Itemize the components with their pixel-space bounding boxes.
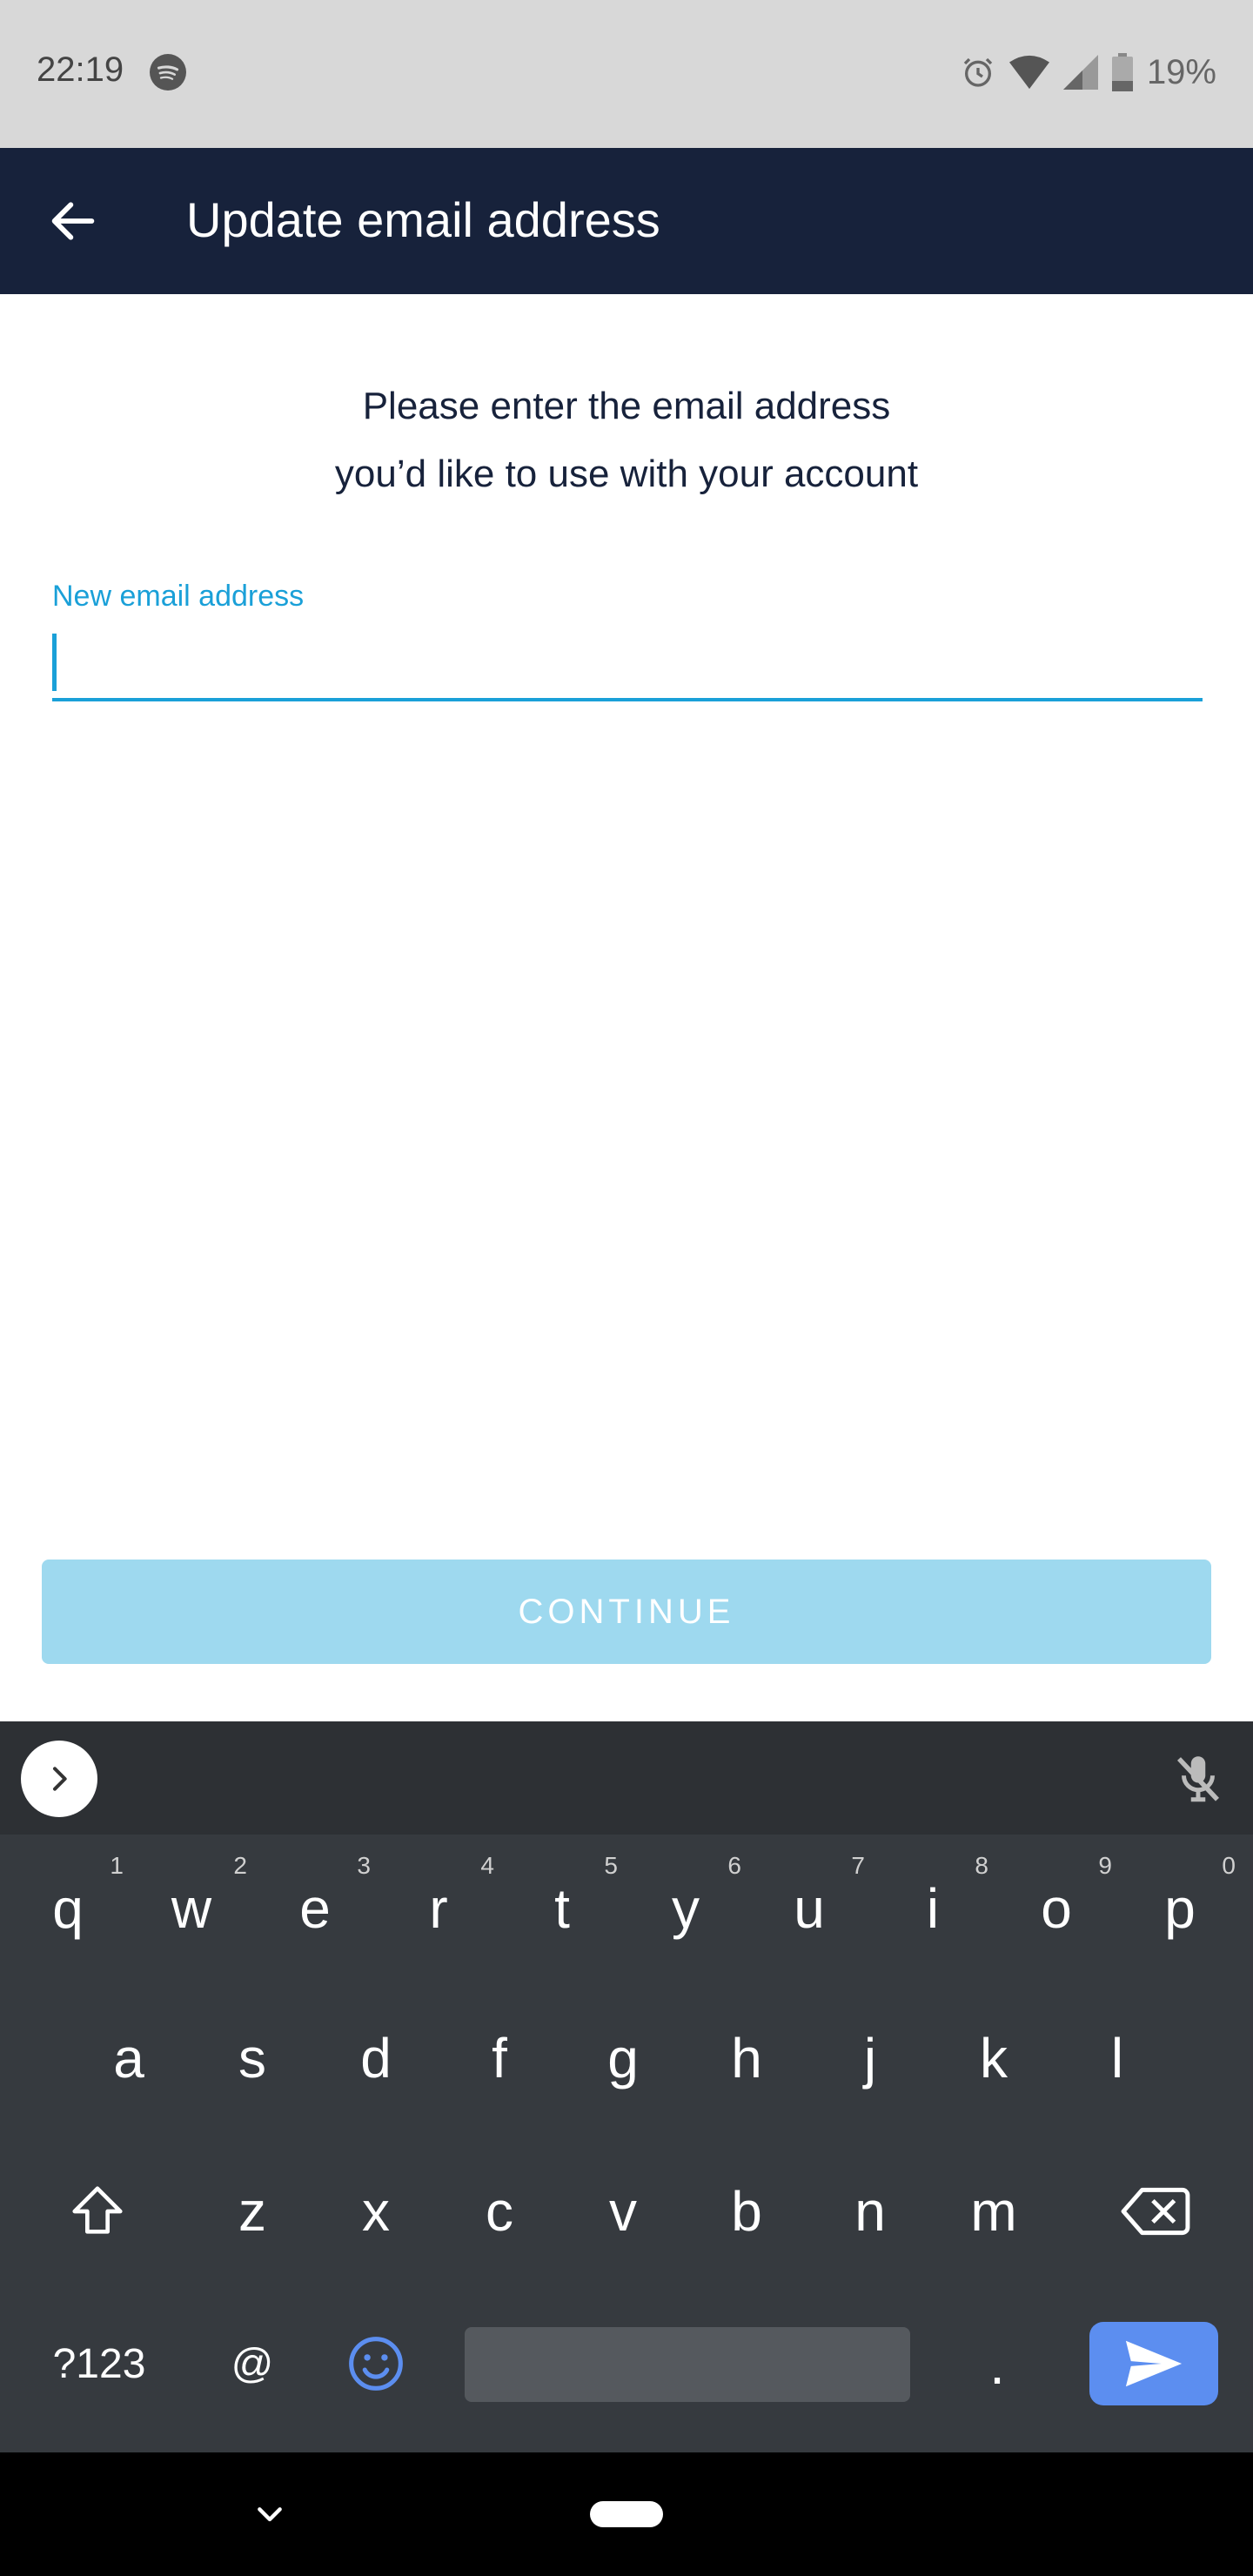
key-p[interactable]: p0 (1119, 1835, 1241, 1982)
key-r[interactable]: r4 (378, 1835, 499, 1982)
arrow-back-icon[interactable] (45, 193, 101, 249)
battery-icon (1111, 53, 1133, 91)
signal-icon (1062, 55, 1098, 90)
key-label: u (794, 1877, 825, 1940)
wifi-icon (1008, 55, 1049, 90)
key-m[interactable]: m (933, 2137, 1055, 2285)
key-e[interactable]: e3 (254, 1835, 376, 1982)
key-c[interactable]: c (439, 2137, 560, 2285)
key-label: r (429, 1877, 448, 1940)
instruction-text: Please enter the email address you’d lik… (0, 372, 1253, 508)
key-label: i (926, 1877, 940, 1940)
key-label: w (171, 1877, 212, 1940)
emoji-icon (349, 2337, 403, 2391)
at-key[interactable]: @ (191, 2291, 313, 2438)
key-f[interactable]: f (439, 1984, 560, 2132)
key-label: t (554, 1877, 570, 1940)
instruction-line-1: Please enter the email address (362, 385, 891, 427)
key-g[interactable]: g (562, 1984, 684, 2132)
key-h[interactable]: h (686, 1984, 807, 2132)
shift-icon (72, 2186, 123, 2234)
instruction-line-2: you’d like to use with your account (334, 453, 919, 495)
send-key[interactable] (1089, 2322, 1218, 2405)
key-d[interactable]: d (315, 1984, 437, 2132)
app-bar: Update email address (0, 148, 1253, 294)
key-hint: 7 (851, 1852, 865, 1879)
key-l[interactable]: l (1056, 1984, 1178, 2132)
key-hint: 2 (233, 1852, 247, 1879)
key-hint: 0 (1222, 1852, 1236, 1879)
emoji-key[interactable] (315, 2291, 437, 2438)
key-hint: 8 (975, 1852, 988, 1879)
key-j[interactable]: j (809, 1984, 931, 2132)
backspace-key[interactable] (1095, 2137, 1216, 2285)
key-y[interactable]: y6 (625, 1835, 747, 1982)
period-key[interactable]: . (936, 2291, 1058, 2438)
key-n[interactable]: n (809, 2137, 931, 2285)
system-nav-bar (0, 2452, 1253, 2576)
backspace-icon (1121, 2187, 1190, 2236)
key-label: q (52, 1877, 84, 1940)
key-hint: 9 (1098, 1852, 1112, 1879)
keyboard-expand-button[interactable] (21, 1741, 97, 1817)
symbols-key[interactable]: ?123 (38, 2291, 160, 2438)
page-title: Update email address (186, 192, 660, 247)
chevron-right-icon (53, 1767, 67, 1791)
status-time: 22:19 (37, 50, 124, 89)
battery-percent: 19% (1146, 52, 1216, 91)
continue-button[interactable]: CONTINUE (42, 1560, 1211, 1664)
email-field[interactable] (52, 627, 1203, 701)
home-pill[interactable] (590, 2501, 663, 2527)
key-o[interactable]: o9 (995, 1835, 1117, 1982)
email-field-label: New email address (52, 580, 305, 613)
key-t[interactable]: t5 (501, 1835, 623, 1982)
key-hint: 6 (727, 1852, 741, 1879)
mic-off-icon[interactable] (1169, 1749, 1227, 1807)
key-x[interactable]: x (315, 2137, 437, 2285)
keyboard-toolbar (0, 1721, 1253, 1835)
key-k[interactable]: k (933, 1984, 1055, 2132)
key-label: e (299, 1877, 331, 1940)
key-u[interactable]: u7 (748, 1835, 870, 1982)
key-hint: 3 (357, 1852, 371, 1879)
key-q[interactable]: q1 (7, 1835, 129, 1982)
key-hint: 4 (480, 1852, 494, 1879)
on-screen-keyboard: q1 w2 e3 r4 t5 y6 u7 i8 o9 p0 a s d f g … (0, 1721, 1253, 2452)
shift-key[interactable] (37, 2137, 158, 2285)
key-label: o (1041, 1877, 1072, 1940)
spotify-icon (150, 54, 186, 91)
key-i[interactable]: i8 (872, 1835, 994, 1982)
space-key[interactable] (465, 2327, 910, 2402)
key-w[interactable]: w2 (131, 1835, 252, 1982)
key-label: p (1164, 1877, 1196, 1940)
status-bar: 22:19 19% (0, 0, 1253, 148)
chevron-down-icon[interactable] (252, 2498, 287, 2532)
key-s[interactable]: s (191, 1984, 313, 2132)
alarm-icon (963, 57, 993, 87)
key-hint: 1 (110, 1852, 124, 1879)
key-a[interactable]: a (68, 1984, 190, 2132)
key-label: y (672, 1877, 700, 1940)
send-icon (1125, 2340, 1183, 2387)
key-b[interactable]: b (686, 2137, 807, 2285)
key-z[interactable]: z (191, 2137, 313, 2285)
key-hint: 5 (604, 1852, 618, 1879)
text-caret (52, 634, 57, 691)
status-icons: 19% (961, 50, 1216, 94)
key-v[interactable]: v (562, 2137, 684, 2285)
